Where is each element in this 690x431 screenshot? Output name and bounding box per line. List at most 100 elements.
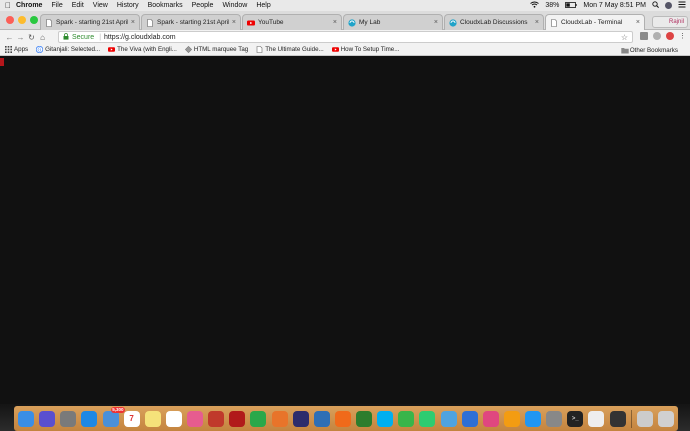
secure-label: Secure [72,33,95,41]
downloads-icon[interactable] [636,410,653,427]
preview-icon[interactable] [440,410,457,427]
launchpad-icon[interactable] [60,410,77,427]
trash-icon[interactable] [657,410,674,427]
siri-icon[interactable] [39,410,56,427]
close-tab-icon[interactable]: × [232,19,236,26]
bookmark-ultimate-guide[interactable]: The Ultimate Guide... [256,46,324,53]
mail-icon[interactable]: 5,300 [102,406,125,427]
wifi-icon[interactable] [530,1,540,10]
tab-cloudxlab-discussions[interactable]: CloudxLab Discussions × [444,14,544,30]
minimize-window-icon[interactable] [18,16,26,24]
zoom-window-icon[interactable] [30,16,38,24]
bookmark-gitanjali[interactable]: G Gitanjali: Selected... [35,45,101,53]
photo-booth-icon[interactable] [208,410,225,427]
doc-icon [256,46,263,53]
terminal-area[interactable] [0,56,690,404]
ibooks-icon[interactable] [503,410,520,427]
app-store-icon[interactable] [525,410,541,427]
calendar-icon[interactable]: 7 [123,410,140,427]
dock-background: 5,300 7 >_ [0,404,690,431]
safari-icon[interactable] [81,410,98,427]
tab-cloudxlab-terminal[interactable]: CloudxLab - Terminal × [545,14,645,30]
tab-spark-2[interactable]: Spark - starting 21st April × [141,14,241,30]
sublime-icon[interactable] [334,410,351,427]
battery-percent[interactable]: 38% [545,2,559,9]
address-bar[interactable]: Secure | https://g.cloudxlab.com ☆ [58,31,633,43]
close-tab-icon[interactable]: × [434,19,438,26]
chrome-icon[interactable] [250,410,267,427]
bookmark-label: Gitanjali: Selected... [45,46,101,53]
tab-youtube[interactable]: YouTube × [242,14,342,30]
keynote-icon[interactable] [461,410,478,427]
terminal-icon[interactable]: >_ [567,410,584,427]
home-icon[interactable]: ⌂ [37,33,48,42]
photos-icon[interactable] [187,410,203,427]
messages-icon[interactable] [398,410,415,427]
skype-icon[interactable] [377,410,394,427]
bookmark-html-marquee[interactable]: HTML marquee Tag [184,45,248,54]
battery-icon[interactable] [565,1,577,10]
other-bookmarks[interactable]: Other Bookmarks [621,44,678,56]
acrobat-icon[interactable] [229,410,246,427]
tab-my-lab[interactable]: My Lab × [343,14,443,30]
bookmark-label: Apps [14,46,29,53]
more-menu-icon[interactable]: ⋮ [679,32,686,40]
tab-title: CloudxLab - Terminal [561,19,623,26]
screenshot-icon[interactable] [609,410,626,427]
tab-title: My Lab [359,19,381,26]
menu-help[interactable]: Help [256,2,270,9]
reload-icon[interactable]: ↻ [26,33,37,42]
tab-spark-1[interactable]: Spark - starting 21st April × [40,14,140,30]
back-arrow-icon[interactable]: ← [4,33,15,42]
firefox-icon[interactable] [271,410,288,427]
extension-icon[interactable] [653,32,661,40]
bookmark-how-to-setup[interactable]: How To Setup Time... [331,46,399,53]
clock[interactable]: Mon 7 May 8:51 PM [583,2,646,9]
profile-button[interactable]: Rajnil [652,16,688,28]
menu-app-name[interactable]: Chrome [16,2,42,9]
menu-bar:  Chrome File Edit View History Bookmark… [0,0,690,11]
google-icon: G [35,45,44,53]
forward-arrow-icon[interactable]: → [15,33,26,42]
textedit-icon[interactable] [588,410,605,427]
bookmark-the-viva[interactable]: The Viva (with Engli... [108,46,177,53]
dock: 5,300 7 >_ [14,406,678,431]
eclipse-icon[interactable] [292,410,309,427]
finder-icon[interactable] [18,410,34,427]
url-text[interactable]: https://g.cloudxlab.com [104,34,176,41]
close-tab-icon[interactable]: × [636,19,640,26]
notification-center-icon[interactable] [678,1,686,10]
apple-menu-icon[interactable]:  [0,1,16,10]
user-avatar-icon[interactable] [665,2,672,9]
menu-bookmarks[interactable]: Bookmarks [148,2,183,9]
spotlight-icon[interactable] [652,1,659,10]
menu-people[interactable]: People [192,2,214,9]
close-tab-icon[interactable]: × [535,19,539,26]
close-window-icon[interactable] [6,16,14,24]
apps-bookmark[interactable]: Apps [5,46,28,53]
window-controls [6,16,38,24]
menu-file[interactable]: File [51,2,62,9]
youtube-icon [108,46,116,53]
menu-view[interactable]: View [93,2,108,9]
menu-edit[interactable]: Edit [72,2,84,9]
facetime-icon[interactable] [419,410,436,427]
reminders-icon[interactable] [165,410,182,427]
terminal-cursor [0,58,4,66]
menu-window[interactable]: Window [222,2,247,9]
system-preferences-icon[interactable] [546,410,563,427]
tab-strip: Spark - starting 21st April × Spark - st… [0,11,690,30]
tab-title: YouTube [258,19,284,26]
browser-toolbar: ← → ↻ ⌂ Secure | https://g.cloudxlab.com… [0,30,690,44]
texstudio-icon[interactable] [356,410,372,427]
bookmark-star-icon[interactable]: ☆ [621,33,628,42]
virtualbox-icon[interactable] [313,410,330,427]
itunes-icon[interactable] [482,410,499,427]
notes-icon[interactable] [144,410,161,427]
menu-history[interactable]: History [117,2,139,9]
youtube-icon [247,19,255,27]
close-tab-icon[interactable]: × [333,19,337,26]
close-tab-icon[interactable]: × [131,19,135,26]
gmail-extension-icon[interactable] [666,32,674,40]
extension-icon[interactable] [640,32,648,40]
